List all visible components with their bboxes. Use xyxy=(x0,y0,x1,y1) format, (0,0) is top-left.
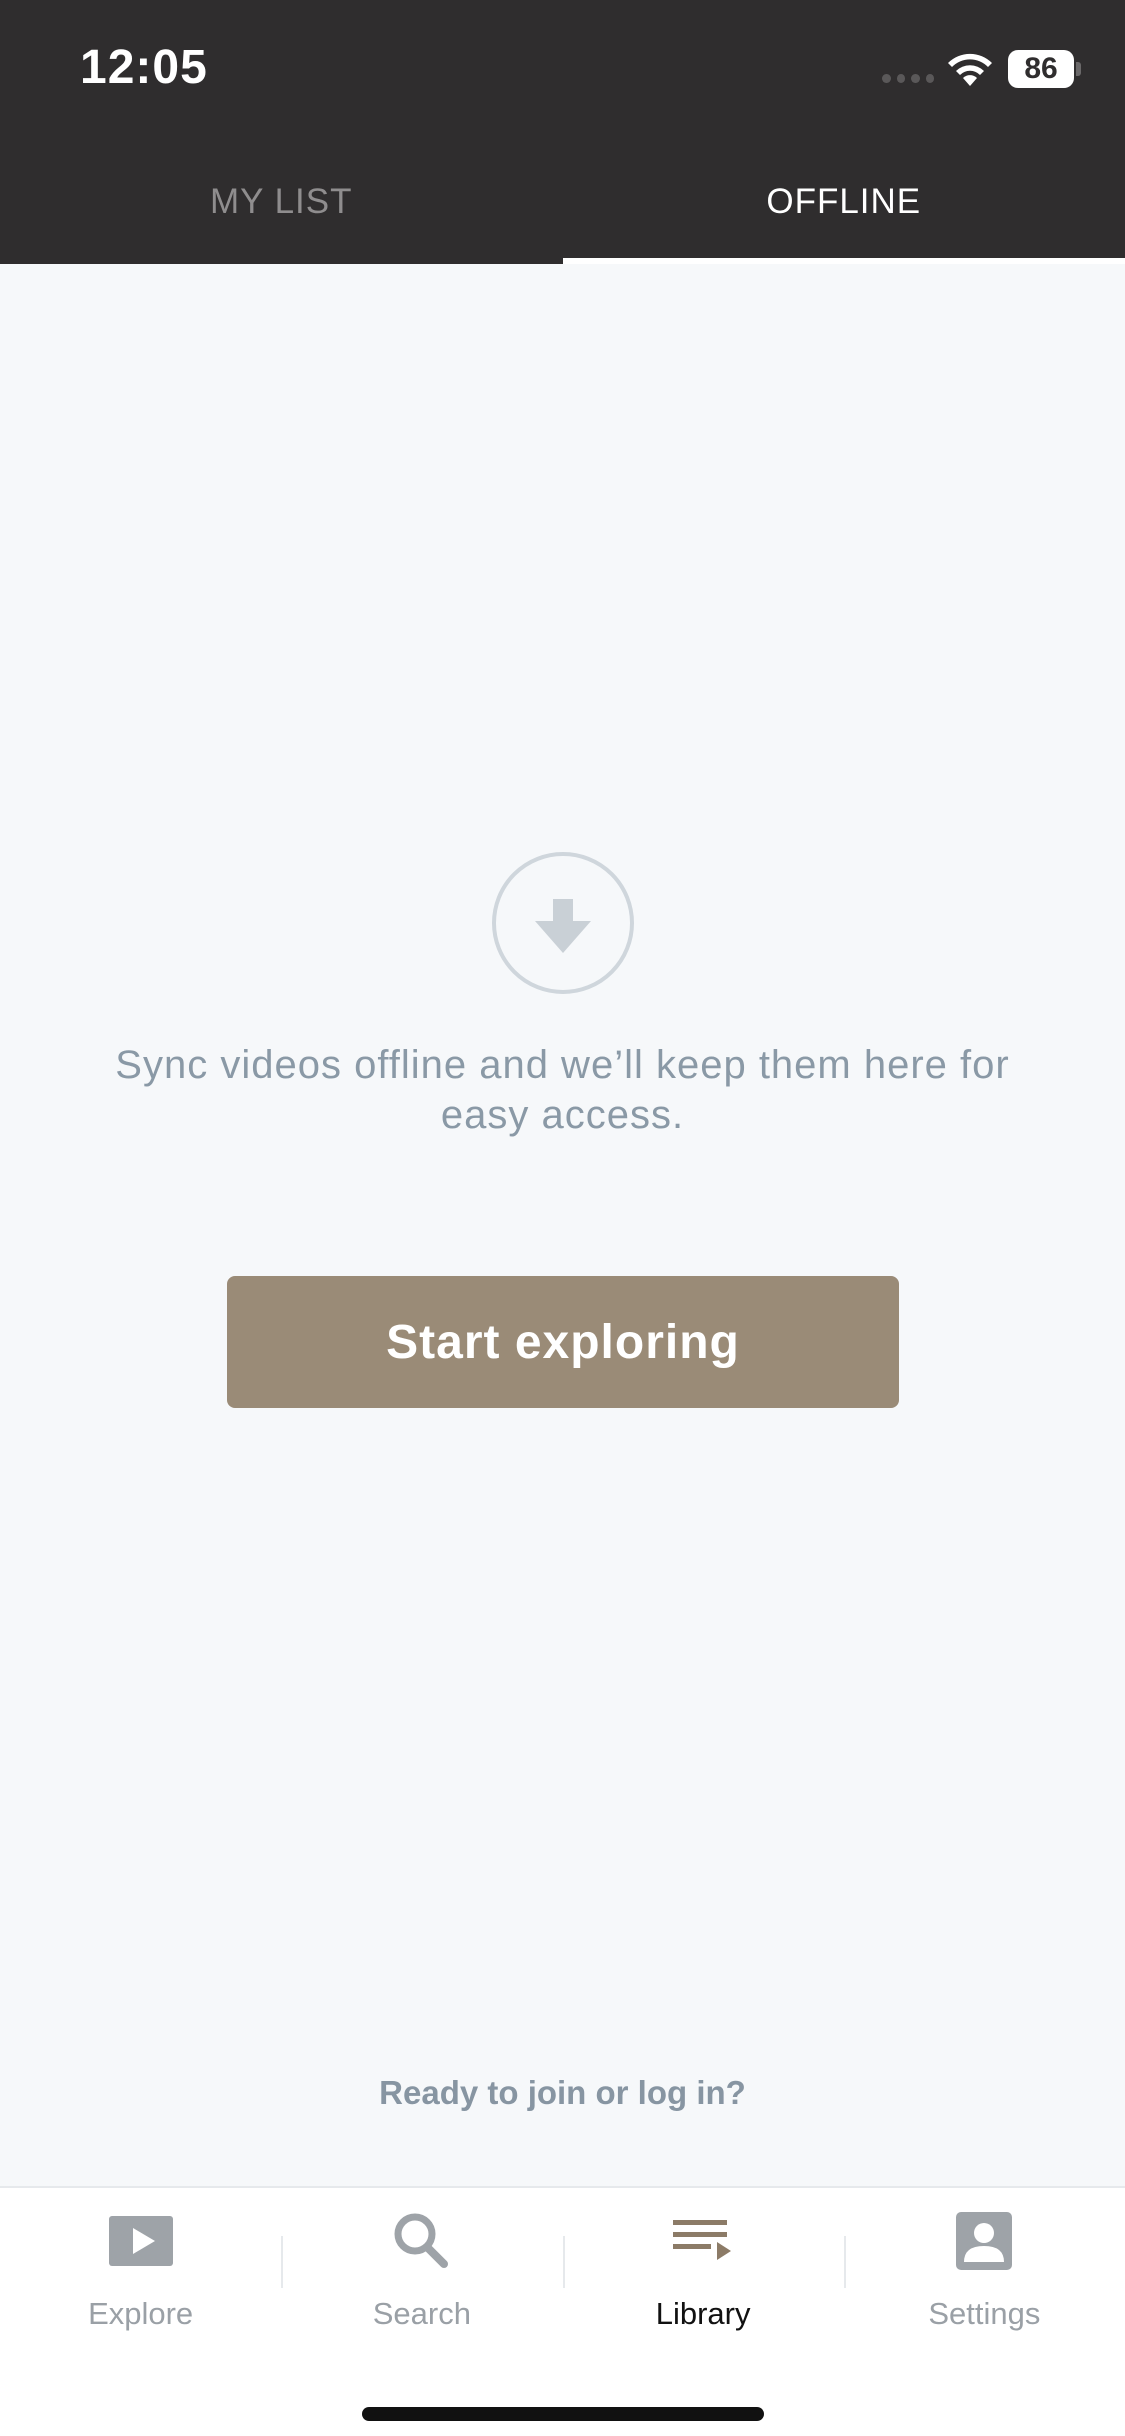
tab-my-list[interactable]: MY LIST xyxy=(0,140,563,264)
battery-icon: 86 xyxy=(1008,50,1081,88)
status-time: 12:05 xyxy=(80,41,208,94)
bottom-tab-bar: Explore Search Library Settings xyxy=(0,2186,1125,2436)
battery-level: 86 xyxy=(1024,52,1058,85)
status-bar: 12:05 86 xyxy=(0,0,1125,140)
wifi-icon xyxy=(948,53,992,86)
nav-explore-label: Explore xyxy=(88,2296,194,2331)
download-icon xyxy=(492,852,634,994)
nav-search[interactable]: Search xyxy=(281,2188,562,2358)
search-icon xyxy=(394,2213,448,2268)
profile-icon xyxy=(956,2212,1013,2270)
top-tabs: MY LIST OFFLINE xyxy=(0,140,1125,264)
nav-search-label: Search xyxy=(372,2296,471,2331)
nav-library-label: Library xyxy=(655,2296,751,2331)
library-icon xyxy=(673,2220,732,2260)
nav-settings-label: Settings xyxy=(928,2296,1041,2331)
nav-explore[interactable]: Explore xyxy=(0,2188,281,2358)
tab-offline-label: OFFLINE xyxy=(766,182,922,221)
signal-icon xyxy=(882,72,934,84)
home-indicator xyxy=(362,2407,764,2421)
tab-offline[interactable]: OFFLINE xyxy=(562,140,1125,264)
start-exploring-button[interactable]: Start exploring xyxy=(227,1276,899,1408)
active-tab-indicator xyxy=(562,258,1125,264)
nav-library[interactable]: Library xyxy=(562,2188,844,2358)
nav-settings[interactable]: Settings xyxy=(843,2188,1125,2358)
play-icon xyxy=(108,2216,173,2266)
empty-state-message: Sync videos offline and we’ll keep them … xyxy=(115,1043,1010,1137)
join-or-login-link[interactable]: Ready to join or log in? xyxy=(0,2074,1125,2112)
app-header: 12:05 86 MY LIST OFFLINE xyxy=(0,0,1125,264)
tab-my-list-label: MY LIST xyxy=(209,182,353,221)
